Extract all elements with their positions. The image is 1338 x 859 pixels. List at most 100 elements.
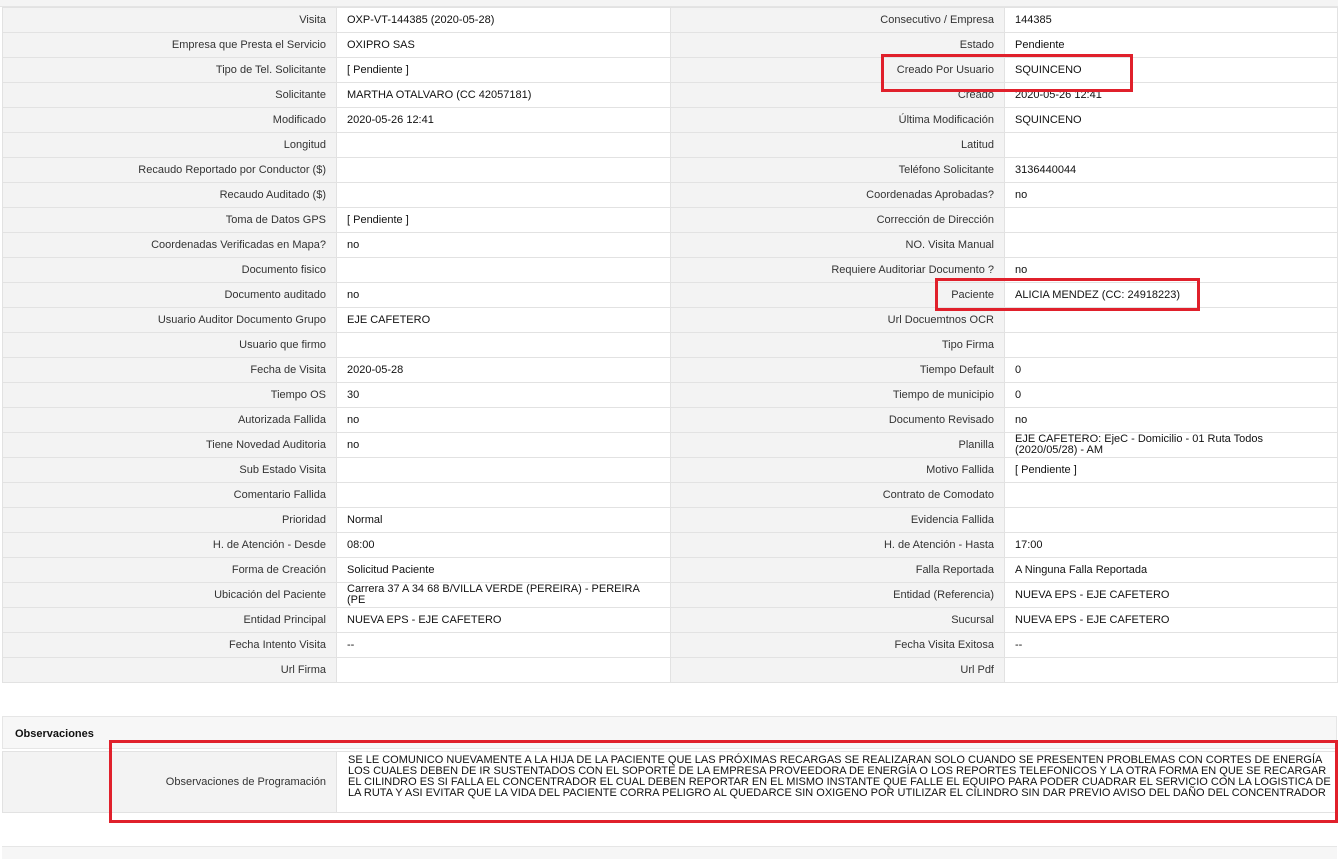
top-bar — [0, 0, 1338, 7]
field-value — [1004, 132, 1338, 158]
field-label: Coordenadas Verificadas en Mapa? — [2, 232, 337, 258]
field-label: Longitud — [2, 132, 337, 158]
table-row: Recaudo Auditado ($) Coordenadas Aprobada… — [2, 182, 1338, 208]
field-value: no — [1004, 407, 1338, 433]
field-value: 2020-05-26 12:41 — [336, 107, 671, 133]
field-label: Comentario Fallida — [2, 482, 337, 508]
field-value — [336, 657, 671, 683]
field-value: ALICIA MENDEZ (CC: 24918223) — [1004, 282, 1338, 308]
observaciones-title: Observaciones — [15, 728, 94, 740]
field-value: Carrera 37 A 34 68 B/VILLA VERDE (PEREIR… — [336, 582, 671, 608]
field-value: Normal — [336, 507, 671, 533]
field-label: Fecha Intento Visita — [2, 632, 337, 658]
field-value: MARTHA OTALVARO (CC 42057181) — [336, 82, 671, 108]
field-label: Fecha Visita Exitosa — [670, 632, 1005, 658]
field-label: Teléfono Solicitante — [670, 157, 1005, 183]
field-value: Solicitud Paciente — [336, 557, 671, 583]
field-label: Sub Estado Visita — [2, 457, 337, 483]
field-label: Tiempo de municipio — [670, 382, 1005, 408]
table-row: Longitud Latitud — [2, 132, 1338, 158]
field-label: Documento fisico — [2, 257, 337, 283]
field-value: 3136440044 — [1004, 157, 1338, 183]
bottom-section-strip — [2, 846, 1337, 859]
field-label: Tiene Novedad Auditoria — [2, 432, 337, 458]
field-value — [336, 482, 671, 508]
field-value — [1004, 482, 1338, 508]
table-row: Forma de Creación Solicitud Paciente Falla… — [2, 557, 1338, 583]
visit-detail-table: Visita OXP-VT-144385 (2020-05-28) Consecut… — [2, 7, 1338, 683]
field-value: NUEVA EPS - EJE CAFETERO — [1004, 607, 1338, 633]
field-label: Documento auditado — [2, 282, 337, 308]
field-value: 2020-05-26 12:41 — [1004, 82, 1338, 108]
field-label: Forma de Creación — [2, 557, 337, 583]
field-label: Sucursal — [670, 607, 1005, 633]
table-row: Ubicación del Paciente Carrera 37 A 34 68… — [2, 582, 1338, 608]
field-value — [1004, 232, 1338, 258]
observaciones-label: Observaciones de Programación — [3, 752, 337, 812]
field-label: Coordenadas Aprobadas? — [670, 182, 1005, 208]
field-label: H. de Atención - Hasta — [670, 532, 1005, 558]
field-value: A Ninguna Falla Reportada — [1004, 557, 1338, 583]
field-label: Entidad Principal — [2, 607, 337, 633]
field-label: Empresa que Presta el Servicio — [2, 32, 337, 58]
observaciones-row: Observaciones de Programación SE LE COMU… — [2, 751, 1337, 813]
table-row: Url Firma Url Pdf — [2, 657, 1338, 683]
field-value: -- — [336, 632, 671, 658]
table-row: Coordenadas Verificadas en Mapa? no NO. V… — [2, 232, 1338, 258]
field-label: Recaudo Reportado por Conductor ($) — [2, 157, 337, 183]
field-value: OXIPRO SAS — [336, 32, 671, 58]
field-label: Solicitante — [2, 82, 337, 108]
field-value: [ Pendiente ] — [1004, 457, 1338, 483]
field-label: Url Pdf — [670, 657, 1005, 683]
field-label: Creado Por Usuario — [670, 57, 1005, 83]
field-label: Entidad (Referencia) — [670, 582, 1005, 608]
observaciones-section-header: Observaciones — [2, 716, 1337, 749]
field-label: Creado — [670, 82, 1005, 108]
table-row: Usuario que firmo Tipo Firma — [2, 332, 1338, 358]
field-label: Tiempo OS — [2, 382, 337, 408]
field-label: Planilla — [670, 432, 1005, 458]
table-row: Fecha de Visita 2020-05-28 Tiempo Default… — [2, 357, 1338, 383]
field-value: EJE CAFETERO — [336, 307, 671, 333]
field-label: Corrección de Dirección — [670, 207, 1005, 233]
field-label: Url Docuemtnos OCR — [670, 307, 1005, 333]
field-label: Estado — [670, 32, 1005, 58]
field-value — [336, 257, 671, 283]
table-row: Documento fisico Requiere Auditoriar Docu… — [2, 257, 1338, 283]
field-value — [1004, 657, 1338, 683]
table-row: H. de Atención - Desde 08:00 H. de Atenció… — [2, 532, 1338, 558]
field-label: Tipo de Tel. Solicitante — [2, 57, 337, 83]
table-row: Documento auditado no Paciente ALICIA MEND… — [2, 282, 1338, 308]
field-label: Requiere Auditoriar Documento ? — [670, 257, 1005, 283]
field-value — [1004, 207, 1338, 233]
field-value — [336, 182, 671, 208]
field-value: no — [336, 407, 671, 433]
table-row: Fecha Intento Visita -- Fecha Visita Exito… — [2, 632, 1338, 658]
field-value: Pendiente — [1004, 32, 1338, 58]
field-value: 08:00 — [336, 532, 671, 558]
field-label: H. de Atención - Desde — [2, 532, 337, 558]
field-value: NUEVA EPS - EJE CAFETERO — [336, 607, 671, 633]
field-label: Visita — [2, 7, 337, 33]
field-label: Toma de Datos GPS — [2, 207, 337, 233]
field-value: 30 — [336, 382, 671, 408]
field-value: no — [336, 232, 671, 258]
field-value — [336, 157, 671, 183]
field-label: NO. Visita Manual — [670, 232, 1005, 258]
field-value: 0 — [1004, 382, 1338, 408]
field-label: Autorizada Fallida — [2, 407, 337, 433]
field-value: 17:00 — [1004, 532, 1338, 558]
table-row: Tipo de Tel. Solicitante[ Pendiente ] Cre… — [2, 57, 1338, 83]
field-label: Prioridad — [2, 507, 337, 533]
field-value — [336, 132, 671, 158]
field-label: Ubicación del Paciente — [2, 582, 337, 608]
field-value: NUEVA EPS - EJE CAFETERO — [1004, 582, 1338, 608]
table-row: Entidad Principal NUEVA EPS - EJE CAFETER… — [2, 607, 1338, 633]
observaciones-text: SE LE COMUNICO NUEVAMENTE A LA HIJA DE L… — [348, 754, 1331, 799]
table-row: Modificado 2020-05-26 12:41 Última Modific… — [2, 107, 1338, 133]
field-label: Paciente — [670, 282, 1005, 308]
field-label: Latitud — [670, 132, 1005, 158]
field-label: Documento Revisado — [670, 407, 1005, 433]
table-row: Solicitante MARTHA OTALVARO (CC 42057181)… — [2, 82, 1338, 108]
field-value: no — [1004, 257, 1338, 283]
